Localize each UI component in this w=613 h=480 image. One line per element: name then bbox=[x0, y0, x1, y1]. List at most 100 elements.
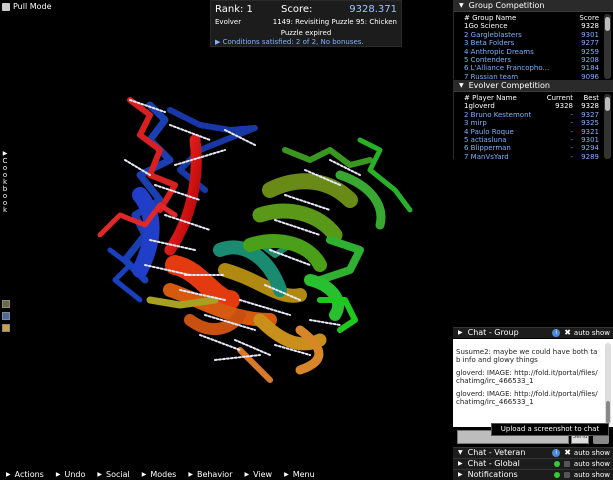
scroll-thumb[interactable] bbox=[605, 97, 610, 111]
table-row[interactable]: 7 ManVsYard -9289 bbox=[464, 153, 599, 161]
triangle-right-icon: ▶ bbox=[244, 470, 250, 478]
player-name: 1gloverd bbox=[464, 102, 495, 111]
triangle-right-icon: ▶ bbox=[458, 471, 463, 478]
close-icon[interactable]: ✖ bbox=[564, 328, 571, 338]
menu-modes[interactable]: ▶ Modes bbox=[136, 470, 183, 479]
save-icon[interactable] bbox=[2, 312, 10, 320]
group-table: # Group Name Score 1Go Science 9328 2 Gar… bbox=[454, 12, 613, 82]
menu-undo[interactable]: ▶ Undo bbox=[50, 470, 92, 479]
player-best: 9321 bbox=[581, 127, 599, 136]
table-row[interactable]: 6 L'Alliance Francopho... 9184 bbox=[464, 64, 599, 72]
conditions-toggle[interactable]: ▶ Conditions satisfied: 2 of 2, No bonus… bbox=[215, 38, 364, 46]
close-icon[interactable]: ✖ bbox=[564, 448, 571, 458]
auto-show-label[interactable]: auto show bbox=[574, 470, 610, 480]
triangle-right-icon: ▶ bbox=[141, 470, 147, 478]
table-row[interactable]: 4 Anthropic Dreams 9259 bbox=[464, 48, 599, 56]
chat-global-label: Chat - Global bbox=[467, 459, 520, 468]
table-row[interactable]: 5 actiasluna -9301 bbox=[464, 136, 599, 144]
table-row[interactable]: 1gloverd 9328 9328 bbox=[464, 102, 599, 110]
chat-group-header[interactable]: ▶ Chat - Group i ✖ auto show bbox=[453, 327, 613, 338]
player-best: 9301 bbox=[581, 135, 599, 144]
table-row[interactable]: 3 Beta Folders 9277 bbox=[464, 39, 599, 47]
bottom-menu-bar: ▶ Actions ▶ Undo ▶ Social ▶ Modes ▶ Behavior … bbox=[0, 468, 455, 480]
triangle-right-icon: ▶ bbox=[55, 470, 61, 478]
pull-mode-toggle[interactable]: Pull Mode bbox=[2, 2, 52, 11]
evolver-competition-panel: ▼ Evolver Competition # Player Name Curr… bbox=[453, 80, 613, 162]
status-dot-icon bbox=[553, 461, 560, 467]
column-header: # Group Name bbox=[464, 14, 517, 22]
chat-message[interactable]: gloverd: IMAGE: http://fold.it/portal/fi… bbox=[456, 390, 601, 406]
scrollbar[interactable] bbox=[604, 14, 611, 80]
chat-scrollbar[interactable] bbox=[605, 343, 611, 425]
table-row[interactable]: 2 Gargleblasters 9301 bbox=[464, 31, 599, 39]
column-header: # Player Name bbox=[464, 94, 517, 102]
scroll-thumb[interactable] bbox=[605, 17, 610, 31]
triangle-right-icon: ▶ bbox=[458, 329, 463, 336]
chat-message[interactable]: gloverd: IMAGE: http://fold.it/portal/fi… bbox=[456, 369, 601, 385]
conditions-text: Conditions satisfied: 2 of 2, No bonuses… bbox=[222, 38, 364, 46]
menu-view[interactable]: ▶ View bbox=[238, 470, 278, 479]
group-score: 9277 bbox=[581, 39, 599, 48]
menu-actions[interactable]: ▶ Actions bbox=[0, 470, 50, 479]
scroll-thumb[interactable] bbox=[606, 401, 610, 423]
group-competition-panel: ▼ Group Competition # Group Name Score 1… bbox=[453, 0, 613, 82]
table-row[interactable]: 3 mirp -9325 bbox=[464, 119, 599, 127]
notifications-label: Notifications bbox=[467, 470, 518, 479]
column-header: Best bbox=[583, 94, 599, 102]
player-name: 6 Blipperman bbox=[464, 144, 511, 153]
group-name: 6 L'Alliance Francopho... bbox=[464, 64, 550, 73]
score-label: Score: bbox=[281, 4, 313, 15]
table-row[interactable]: 5 Contenders 9208 bbox=[464, 56, 599, 64]
checkbox-icon[interactable] bbox=[563, 461, 570, 467]
group-score: 9208 bbox=[581, 55, 599, 64]
auto-show-label[interactable]: auto show bbox=[574, 328, 610, 338]
player-best: 9327 bbox=[581, 110, 599, 119]
info-icon[interactable]: i bbox=[552, 329, 561, 337]
recipe-icon[interactable] bbox=[2, 300, 10, 308]
evolver-competition-header[interactable]: ▼ Evolver Competition bbox=[454, 80, 613, 92]
notes-icon[interactable] bbox=[2, 324, 10, 332]
cookbook-tab[interactable]: ▶ Cookbook bbox=[0, 150, 10, 240]
table-row[interactable]: 6 Blipperman -9294 bbox=[464, 144, 599, 152]
scrollbar[interactable] bbox=[604, 94, 611, 160]
player-current: - bbox=[570, 152, 573, 161]
menu-social[interactable]: ▶ Social bbox=[91, 470, 135, 479]
pull-mode-label: Pull Mode bbox=[13, 2, 52, 11]
pin-icon bbox=[2, 2, 10, 11]
info-icon[interactable]: i bbox=[552, 449, 561, 457]
triangle-right-icon: ▶ bbox=[458, 460, 463, 467]
group-competition-header[interactable]: ▼ Group Competition bbox=[454, 0, 613, 12]
chat-veteran-header[interactable]: ▼ Chat - Veteran i ✖ auto show bbox=[453, 447, 613, 458]
auto-show-label[interactable]: auto show bbox=[574, 448, 610, 458]
puzzle-status: Puzzle expired bbox=[280, 29, 332, 37]
checkbox-icon[interactable] bbox=[563, 472, 570, 478]
evolver-competition-title: Evolver Competition bbox=[468, 80, 550, 90]
table-row[interactable]: 1Go Science 9328 bbox=[464, 22, 599, 30]
menu-behavior[interactable]: ▶ Behavior bbox=[182, 470, 238, 479]
group-name: 2 Gargleblasters bbox=[464, 30, 522, 39]
menu-menu[interactable]: ▶ Menu bbox=[278, 470, 321, 479]
player-best: 9294 bbox=[581, 144, 599, 153]
puzzle-title: 1149: Revisiting Puzzle 95: Chicken bbox=[272, 18, 397, 26]
group-score: 9259 bbox=[581, 47, 599, 56]
group-score: 9328 bbox=[581, 22, 599, 31]
table-row[interactable]: 2 Bruno Kestemont -9327 bbox=[464, 111, 599, 119]
column-header: Score bbox=[579, 14, 599, 22]
table-header: # Group Name Score bbox=[464, 14, 599, 22]
auto-show-label[interactable]: auto show bbox=[574, 459, 610, 469]
menu-label: Actions bbox=[14, 469, 44, 479]
triangle-right-icon: ▶ bbox=[97, 470, 103, 478]
player-best: 9328 bbox=[581, 102, 599, 111]
player-current: - bbox=[570, 110, 573, 119]
menu-label: Menu bbox=[292, 469, 315, 479]
chat-messages[interactable]: Susume2: maybe we could have both tab in… bbox=[453, 339, 613, 427]
group-name: 3 Beta Folders bbox=[464, 39, 515, 48]
table-header: # Player Name Current Best bbox=[464, 94, 599, 102]
role-label: Evolver bbox=[215, 18, 242, 26]
triangle-right-icon: ▶ bbox=[6, 470, 11, 478]
chat-global-header[interactable]: ▶ Chat - Global auto show bbox=[453, 458, 613, 469]
group-competition-title: Group Competition bbox=[468, 0, 545, 10]
table-row[interactable]: 4 Paulo Roque -9321 bbox=[464, 128, 599, 136]
notifications-header[interactable]: ▶ Notifications auto show bbox=[453, 469, 613, 480]
menu-label: Modes bbox=[150, 469, 177, 479]
